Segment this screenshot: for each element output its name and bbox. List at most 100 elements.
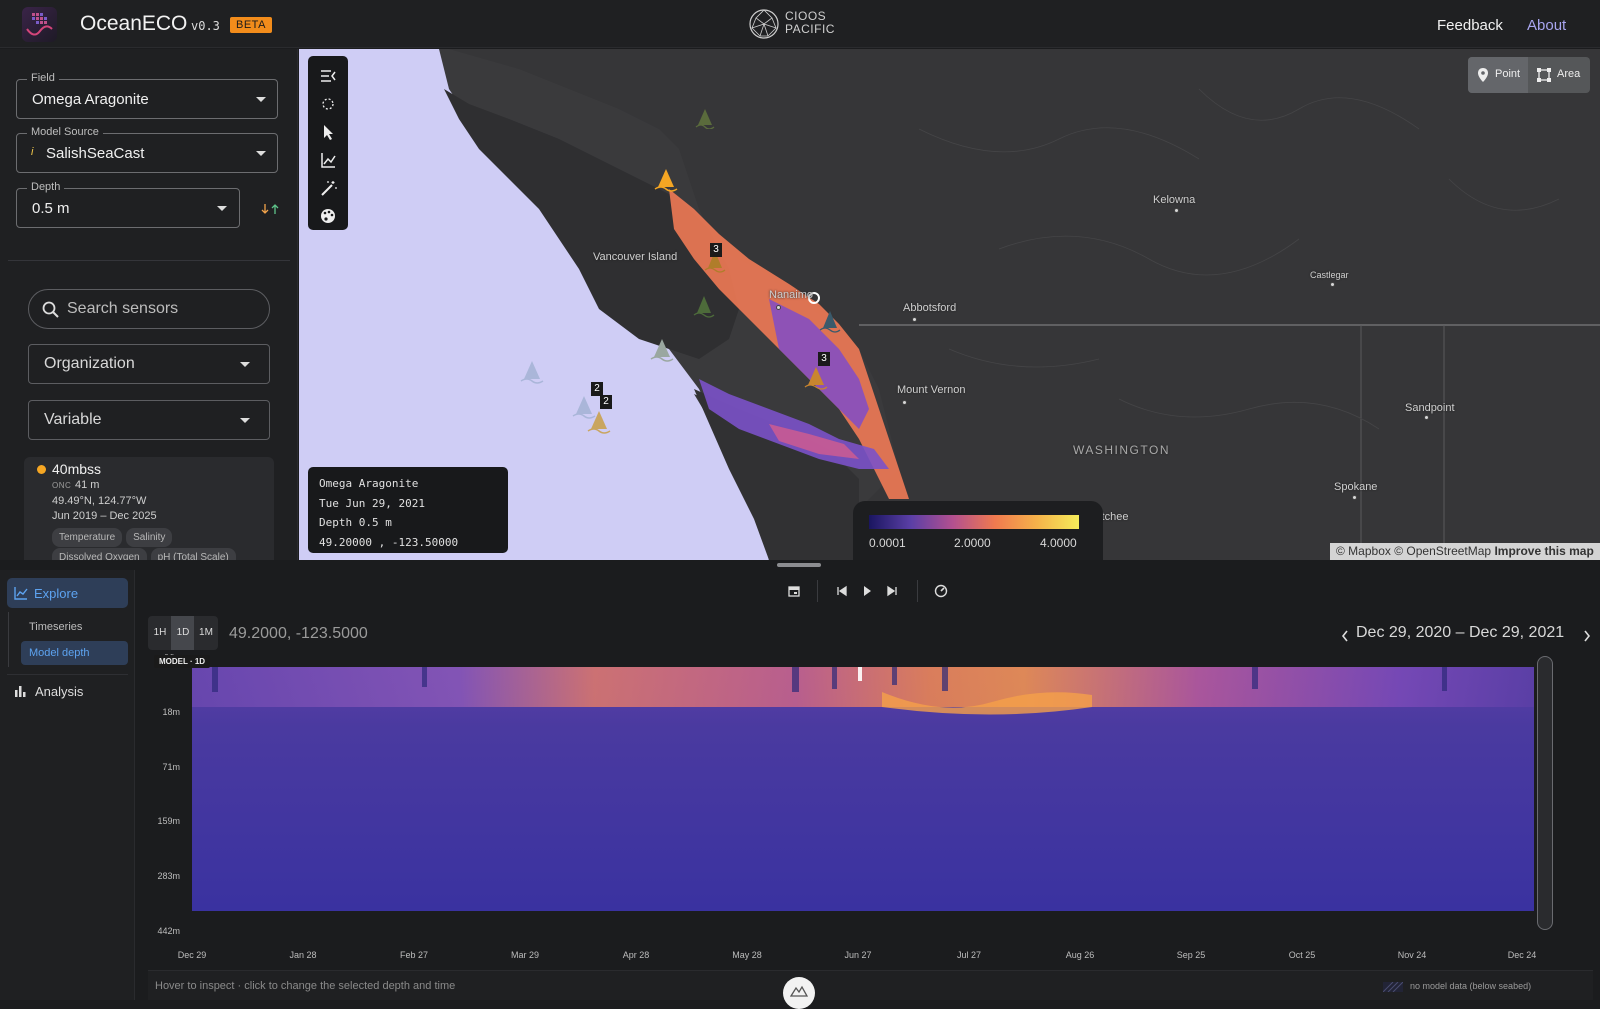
area-select-icon: [1537, 68, 1551, 82]
skip-forward-icon[interactable]: [884, 583, 900, 599]
model-badge: MODEL · 1D: [154, 655, 211, 668]
place-label: Vancouver Island: [593, 251, 678, 263]
depth-label: Depth: [27, 181, 65, 193]
depth-tick: 283m: [157, 871, 180, 881]
info-date: Tue Jun 29, 2021: [319, 496, 425, 510]
depth-tick: 71m: [162, 762, 180, 772]
model-source-value: SalishSeaCast: [46, 145, 145, 162]
variable-chip: Salinity: [126, 528, 173, 547]
nav-analysis[interactable]: Analysis: [35, 684, 83, 699]
selection-mode-toggle: Point Area: [1468, 57, 1590, 93]
point-mode-label: Point: [1495, 68, 1521, 80]
resolution-1h[interactable]: 1H: [148, 616, 172, 650]
legend-max: 4.0000: [1040, 536, 1077, 550]
cluster-count[interactable]: 2: [600, 395, 612, 409]
variable-chip: Temperature: [52, 528, 123, 547]
station-marker[interactable]: [693, 294, 715, 318]
cluster-count[interactable]: 2: [591, 382, 603, 396]
model-source-label: Model Source: [27, 126, 103, 138]
chart-icon[interactable]: [308, 146, 348, 174]
place-label: Abbotsford: [903, 302, 957, 314]
depth-scrollbar[interactable]: [1537, 656, 1553, 930]
magic-wand-icon[interactable]: [308, 174, 348, 202]
partner-line-2: PACIFIC: [785, 22, 835, 36]
station-marker[interactable]: [586, 409, 612, 435]
play-icon[interactable]: [859, 583, 875, 599]
station-marker[interactable]: [695, 107, 715, 129]
variable-select[interactable]: Variable: [28, 400, 270, 440]
variable-chip: pH (Total Scale): [150, 548, 236, 560]
info-coords: 49.20000 , -123.50000: [319, 535, 459, 549]
mapbox-link[interactable]: © Mapbox: [1336, 544, 1391, 558]
resize-handle[interactable]: [777, 563, 821, 567]
place-label: Spokane: [1334, 481, 1378, 493]
city-dot: [776, 305, 781, 310]
nav-timeseries[interactable]: Timeseries: [29, 621, 82, 633]
select-pointer-icon[interactable]: [308, 118, 348, 146]
calendar-icon[interactable]: [786, 583, 802, 599]
legend-mid: 2.0000: [954, 536, 991, 550]
search-input[interactable]: Search sensors: [28, 289, 270, 329]
palette-icon[interactable]: [308, 202, 348, 230]
place-label: Nanaimo: [769, 289, 814, 301]
chevron-right-icon[interactable]: [1583, 630, 1591, 642]
color-legend: 0.0001 2.0000 4.0000: [853, 501, 1103, 560]
app-title: OceanECO: [80, 12, 188, 35]
chevron-down-icon: [256, 97, 266, 102]
area-mode-button[interactable]: Area: [1528, 57, 1590, 93]
brand-fab[interactable]: [783, 977, 815, 1009]
cluster-count[interactable]: 3: [818, 352, 830, 366]
station-marker[interactable]: [804, 365, 828, 391]
sensor-card[interactable]: 40mbss ONC 41 m 49.49°N, 124.77°W Jun 20…: [24, 457, 274, 560]
field-label: Field: [27, 72, 59, 84]
field-select[interactable]: Field Omega Aragonite: [16, 72, 278, 119]
chevron-left-icon[interactable]: [1341, 630, 1349, 642]
organization-select[interactable]: Organization: [28, 344, 270, 384]
resolution-1d[interactable]: 1D: [171, 616, 195, 650]
nav-model-depth[interactable]: Model depth: [21, 641, 128, 665]
variable-chip: Dissolved Oxygen: [52, 548, 147, 560]
map-pin-icon: [1478, 68, 1488, 82]
depth-tick: 159m: [157, 816, 180, 826]
variable-label: Variable: [44, 411, 102, 428]
date-tick: Dec 24: [1507, 950, 1537, 960]
control-divider: [917, 580, 918, 602]
collapse-panel-icon[interactable]: [308, 62, 348, 90]
date-tick: Jun 27: [844, 950, 872, 960]
feedback-link[interactable]: Feedback: [1437, 17, 1503, 34]
bottom-nav: Explore Timeseries Model depth Analysis: [0, 570, 135, 1000]
app-logo[interactable]: [22, 7, 57, 42]
region-label: WASHINGTON: [1073, 443, 1171, 457]
depth-tick: 442m: [157, 926, 180, 936]
osm-link[interactable]: © OpenStreetMap: [1394, 544, 1491, 558]
skip-back-icon[interactable]: [834, 583, 850, 599]
about-link[interactable]: About: [1527, 17, 1566, 34]
station-marker[interactable]: [819, 309, 841, 333]
chevron-down-icon: [240, 418, 250, 423]
speed-icon[interactable]: [933, 583, 949, 599]
info-icon[interactable]: i: [31, 146, 33, 158]
nav-explore-label: Explore: [34, 586, 79, 601]
date-range[interactable]: Dec 29, 2020 – Dec 29, 2021: [1356, 624, 1564, 642]
cluster-count[interactable]: 3: [710, 243, 722, 257]
depth-select[interactable]: Depth 0.5 m: [16, 181, 240, 228]
resolution-1m[interactable]: 1M: [194, 616, 218, 650]
date-tick: Jan 28: [289, 950, 317, 960]
station-marker[interactable]: [649, 337, 675, 363]
lasso-icon[interactable]: [308, 90, 348, 118]
map-view[interactable]: 3 3 2 2 Vancouver Island Nanaimo Abbotsf…: [299, 49, 1600, 560]
nav-divider: [7, 674, 128, 675]
station-marker[interactable]: [653, 167, 679, 193]
point-mode-button[interactable]: Point: [1468, 57, 1528, 93]
chevron-down-icon: [256, 151, 266, 156]
depth-step-icon[interactable]: [260, 203, 284, 215]
bar-chart-icon: [15, 686, 26, 697]
nav-tree-line: [8, 612, 9, 667]
improve-map-link[interactable]: Improve this map: [1494, 544, 1593, 558]
model-source-select[interactable]: Model Source i SalishSeaCast: [16, 126, 278, 173]
nav-explore[interactable]: Explore: [7, 578, 128, 608]
station-marker[interactable]: [519, 359, 545, 385]
depth-time-heatmap[interactable]: [192, 667, 1534, 911]
sensor-range: Jun 2019 – Dec 2025: [52, 510, 157, 522]
place-label: Sandpoint: [1405, 402, 1455, 414]
